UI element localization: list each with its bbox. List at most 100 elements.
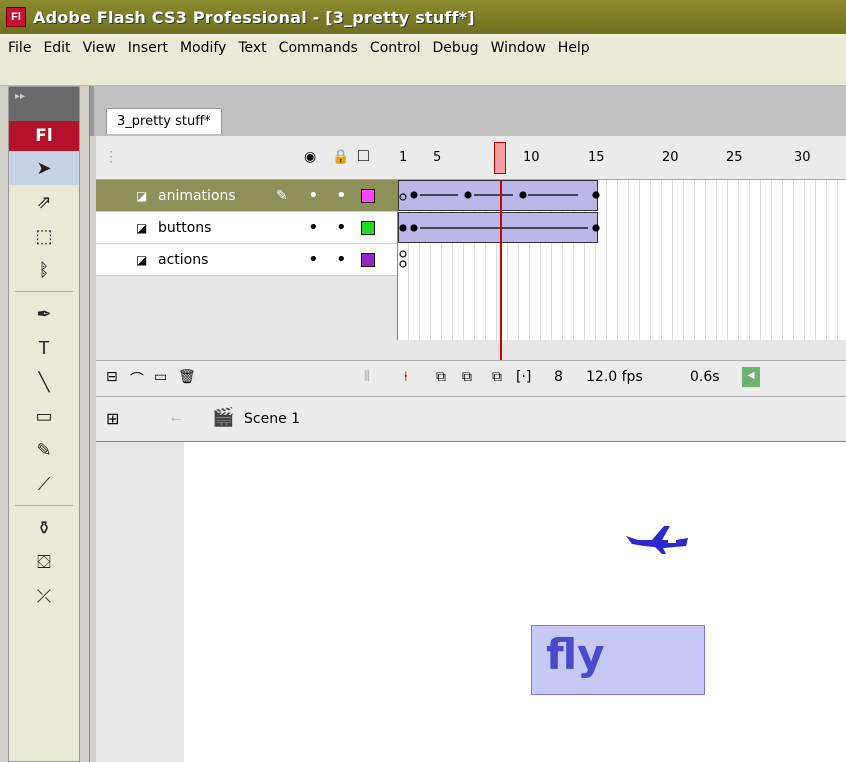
delete-layer-icon[interactable]: 🗑 [178, 369, 196, 385]
pencil-icon: ✎ [276, 187, 288, 204]
selection-tool-icon[interactable]: ➤ [9, 151, 79, 185]
modify-onion-markers-icon[interactable]: [·] [516, 369, 531, 385]
playhead-handle[interactable] [494, 142, 506, 174]
scroll-left-icon[interactable]: ◂ [742, 367, 760, 387]
ruler-label: 15 [588, 150, 605, 165]
flash-logo: Fl [9, 121, 79, 151]
free-transform-tool-icon[interactable]: ⬚ [9, 219, 79, 253]
subselection-tool-icon[interactable]: ⇗ [9, 185, 79, 219]
lock-dot[interactable]: • [336, 217, 347, 238]
timeline-footer: ⊟ ⌒ ▭ 🗑 ⫴ ⍿ ⧉ ⧉ ⧉ [·] 8 12.0 fps 0.6s ◂ [96, 360, 846, 396]
stage-pasteboard: fly [96, 442, 846, 762]
back-arrow-icon[interactable]: ← [168, 409, 184, 427]
layer-icon: ◪ [136, 188, 148, 203]
lasso-tool-icon[interactable]: ᛔ [9, 253, 79, 287]
pencil-tool-icon[interactable]: ✎ [9, 433, 79, 467]
menu-file[interactable]: File [4, 40, 39, 56]
layer-name: actions [158, 251, 209, 268]
menu-row: File Edit View Insert Modify Text Comman… [0, 34, 846, 62]
outline-icon[interactable]: □ [358, 145, 369, 166]
edit-multiple-frames-icon[interactable]: ⧉ [492, 369, 502, 385]
layer-name: animations [158, 187, 236, 204]
center-frame-icon[interactable]: ⍿ [404, 369, 408, 385]
tools-panel: ▸▸ Fl ➤ ⇗ ⬚ ᛔ ✒ T ╲ ▭ ✎ ⟋ ⚱ ⛋ ⤫ [0, 86, 90, 762]
menu-help[interactable]: Help [554, 40, 598, 56]
add-guide-layer-icon[interactable]: ⌒ [130, 369, 144, 389]
stage-canvas[interactable]: fly [184, 442, 846, 762]
elapsed-time: 0.6s [690, 369, 720, 385]
lock-dot[interactable]: • [336, 249, 347, 270]
eye-icon[interactable]: ◉ [304, 148, 316, 165]
layer-row-actions[interactable]: ◪ actions • • [96, 244, 397, 276]
menu-window[interactable]: Window [487, 40, 554, 56]
text-tool-icon[interactable]: T [9, 331, 79, 365]
document-tab-strip: 3_pretty stuff* [90, 86, 846, 136]
layer-icon: ◪ [136, 252, 148, 267]
frame-ruler[interactable]: 1 5 10 15 20 25 30 [397, 136, 846, 180]
eyedropper-tool-icon[interactable]: ⤫ [9, 579, 79, 613]
layer-row-buttons[interactable]: ◪ buttons • • [96, 212, 397, 244]
visibility-dot[interactable]: • [308, 249, 319, 270]
frames-grid[interactable] [397, 180, 846, 340]
pen-tool-icon[interactable]: ✒ [9, 297, 79, 331]
document-area: 3_pretty stuff* ⋮ ◉ 🔒 □ 1 5 10 15 20 25 … [90, 86, 846, 762]
menu-view[interactable]: View [79, 40, 124, 56]
tools-collapse-handle[interactable]: ▸▸ [9, 87, 79, 121]
keyframe-overlay [399, 191, 600, 268]
paint-bucket-tool-icon[interactable]: ⛋ [9, 545, 79, 579]
tool-separator [15, 505, 73, 507]
tool-list: ➤ ⇗ ⬚ ᛔ ✒ T ╲ ▭ ✎ ⟋ ⚱ ⛋ ⤫ [9, 151, 79, 613]
layer-color-swatch[interactable] [361, 220, 375, 235]
scene-label[interactable]: Scene 1 [244, 411, 300, 427]
menu-bar: File Edit View Insert Modify Text Comman… [0, 34, 846, 86]
ruler-label: 1 [399, 150, 408, 165]
ink-bottle-tool-icon[interactable]: ⚱ [9, 511, 79, 545]
menu-modify[interactable]: Modify [176, 40, 234, 56]
timeline-header: ⋮ ◉ 🔒 □ 1 5 10 15 20 25 30 [96, 136, 846, 180]
ruler-label: 10 [523, 150, 540, 165]
menu-debug[interactable]: Debug [429, 40, 487, 56]
menu-control[interactable]: Control [366, 40, 429, 56]
frame-rate[interactable]: 12.0 fps [586, 369, 643, 385]
ruler-label: 20 [662, 150, 679, 165]
brush-tool-icon[interactable]: ⟋ [9, 467, 79, 501]
title-bar: Fl Adobe Flash CS3 Professional - [3_pre… [0, 0, 846, 34]
ruler-label: 25 [726, 150, 743, 165]
insert-folder-icon[interactable]: ▭ [154, 369, 167, 385]
layer-row-animations[interactable]: ◪ animations ✎ • • [96, 180, 397, 212]
layer-color-swatch[interactable] [361, 188, 375, 203]
tool-separator [15, 291, 73, 293]
tools-column: ▸▸ Fl ➤ ⇗ ⬚ ᛔ ✒ T ╲ ▭ ✎ ⟋ ⚱ ⛋ ⤫ [8, 86, 80, 762]
rectangle-tool-icon[interactable]: ▭ [9, 399, 79, 433]
line-tool-icon[interactable]: ╲ [9, 365, 79, 399]
layer-icon: ◪ [136, 220, 148, 235]
visibility-dot[interactable]: • [308, 185, 319, 206]
lock-dot[interactable]: • [336, 185, 347, 206]
menu-text[interactable]: Text [234, 40, 274, 56]
playhead-line [500, 180, 502, 380]
lock-icon[interactable]: 🔒 [332, 148, 349, 165]
insert-layer-icon[interactable]: ⊟ [106, 369, 118, 385]
flash-app-icon: Fl [6, 7, 26, 27]
menu-edit[interactable]: Edit [39, 40, 78, 56]
onion-outline-icon[interactable]: ⧉ [462, 369, 472, 385]
menu-commands[interactable]: Commands [275, 40, 366, 56]
window-title: Adobe Flash CS3 Professional - [3_pretty… [33, 7, 475, 27]
onion-skin-icon[interactable]: ⧉ [436, 369, 446, 385]
layer-color-swatch[interactable] [361, 252, 375, 267]
visibility-dot[interactable]: • [308, 217, 319, 238]
layer-header: ⋮ ◉ 🔒 □ [96, 136, 397, 180]
airplane-graphic[interactable] [624, 524, 694, 556]
fly-button-label: fly [546, 630, 605, 679]
layer-name: buttons [158, 219, 212, 236]
edit-bar: ⊞ ← 🎬 Scene 1 [96, 396, 846, 442]
scene-clapper-icon: 🎬 [212, 407, 235, 427]
timeline-panel: ⋮ ◉ 🔒 □ 1 5 10 15 20 25 30 ◪ animations … [96, 136, 846, 396]
timeline-grip-icon[interactable]: ⋮ [104, 148, 118, 165]
fly-button[interactable]: fly [531, 625, 705, 695]
timeline-toggle-icon[interactable]: ⊞ [106, 409, 119, 429]
document-tab[interactable]: 3_pretty stuff* [106, 108, 222, 134]
menu-insert[interactable]: Insert [124, 40, 176, 56]
ruler-label: 30 [794, 150, 811, 165]
splitter-icon[interactable]: ⫴ [364, 369, 370, 385]
